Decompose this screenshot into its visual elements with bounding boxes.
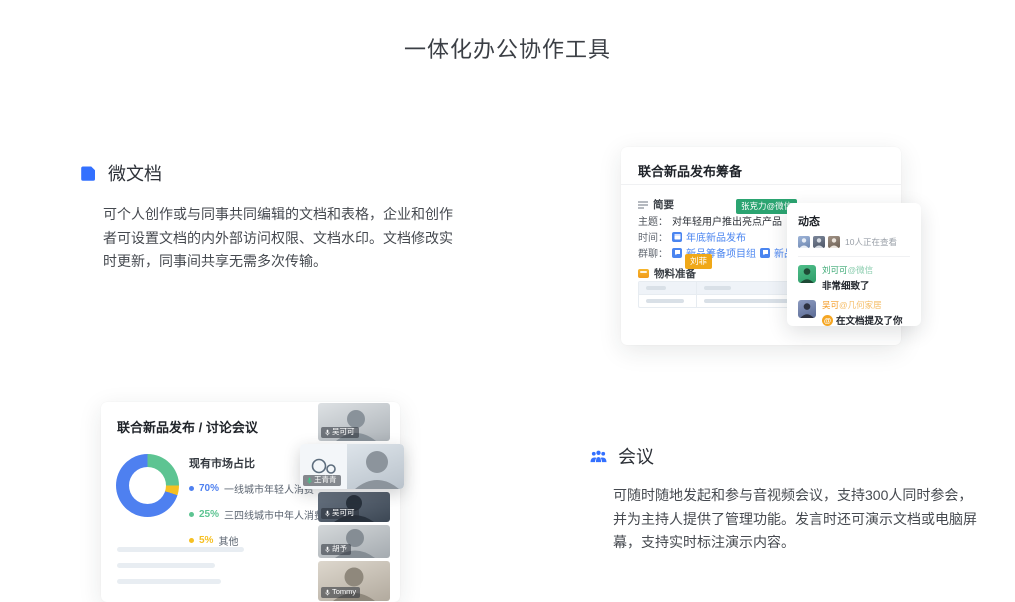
list-icon	[638, 201, 648, 209]
placeholder-bar	[117, 579, 221, 584]
divider	[621, 184, 901, 185]
doc-topic-row: 主题： 对年轻用户推出亮点产品	[638, 213, 788, 228]
group-label: 群聊：	[638, 245, 668, 260]
avatar	[798, 300, 816, 318]
activity-title: 动态	[798, 213, 910, 229]
chat-icon	[672, 248, 682, 258]
placeholder-bar	[117, 547, 244, 552]
activity-text: @ 在文档提及了你	[822, 313, 903, 327]
avatar	[798, 265, 816, 283]
doc-card: 联合新品发布筹备 简要 主题： 对年轻用户推出亮点产品 张克力@微信 时间： 年…	[621, 147, 901, 345]
feature-meeting-description: 可随时随地发起和参与音视频会议，支持300人同时参会，并为主持人提供了管理功能。…	[613, 484, 985, 555]
outline-label: 简要	[653, 197, 674, 212]
assignee-tag: 刘菲	[685, 254, 712, 269]
donut-chart	[116, 454, 179, 517]
meeting-people-icon	[590, 448, 607, 465]
viewers-row: 10人正在查看	[798, 236, 910, 248]
legend-item: 5% 其他	[189, 533, 324, 548]
activity-item: 刘可可@微信 非常细致了	[798, 265, 910, 292]
video-tile: Tommy	[318, 561, 390, 601]
legend-dot	[189, 486, 194, 491]
video-tile: 吴可可	[318, 403, 390, 441]
donut-hole	[129, 467, 166, 504]
calendar-icon	[672, 232, 682, 242]
avatar	[798, 236, 810, 248]
materials-icon	[638, 269, 649, 278]
feature-meeting-header: 会议	[590, 443, 654, 469]
activity-text: 非常细致了	[822, 278, 873, 292]
topic-value: 对年轻用户推出亮点产品	[672, 213, 782, 228]
video-tile-active: 王青青	[300, 444, 404, 489]
mic-icon	[325, 546, 330, 553]
legend-label: 三四线城市中年人消费	[224, 507, 324, 522]
participant-label: 吴可可	[321, 508, 359, 519]
participant-label: 胡予	[321, 544, 351, 555]
time-label: 时间：	[638, 229, 668, 244]
legend-percent: 25%	[199, 509, 219, 520]
chat-icon	[760, 248, 770, 258]
time-link[interactable]: 年底新品发布	[686, 229, 746, 244]
doc-time-row: 时间： 年底新品发布	[638, 229, 746, 244]
legend-item: 25% 三四线城市中年人消费	[189, 507, 324, 522]
doc-card-title: 联合新品发布筹备	[638, 161, 742, 180]
document-icon	[80, 165, 97, 182]
legend-dot	[189, 538, 194, 543]
feature-meeting-heading: 会议	[618, 443, 654, 469]
avatar	[828, 236, 840, 248]
video-tile: 胡予	[318, 525, 390, 558]
mic-active-icon	[307, 477, 312, 484]
feature-doc-description: 可个人创作或与同事共同编辑的文档和表格，企业和创作者可设置文档的内外部访问权限、…	[103, 203, 457, 274]
feature-doc-header: 微文档	[80, 160, 162, 186]
topic-label: 主题：	[638, 213, 668, 228]
participant-photo	[347, 444, 404, 489]
mic-icon	[325, 429, 330, 436]
viewers-count: 10人正在查看	[845, 236, 897, 248]
participant-label: 王青青	[303, 475, 341, 486]
participant-label: Tommy	[321, 587, 360, 598]
legend-percent: 5%	[199, 535, 213, 546]
activity-user: 吴可@几何家居	[822, 300, 903, 310]
mic-icon	[325, 510, 330, 517]
activity-item: 吴可@几何家居 @ 在文档提及了你	[798, 300, 910, 327]
mention-icon: @	[822, 315, 833, 326]
avatar	[813, 236, 825, 248]
legend-percent: 70%	[199, 483, 219, 494]
activity-panel: 动态 10人正在查看 刘可可@微信 非常细致了	[787, 203, 921, 326]
meeting-card-title: 联合新品发布 / 讨论会议	[117, 417, 258, 436]
activity-user: 刘可可@微信	[822, 265, 873, 275]
participant-label: 吴可可	[321, 427, 359, 438]
legend-label: 其他	[218, 533, 238, 548]
placeholder-bar	[117, 563, 215, 568]
feature-doc-heading: 微文档	[108, 160, 162, 186]
doc-outline-row: 简要	[638, 197, 674, 212]
mic-icon	[325, 589, 330, 596]
meeting-card: 联合新品发布 / 讨论会议 现有市场占比 70%一线城市年轻人消费25%三四线城…	[101, 402, 400, 602]
video-tile: 吴可可	[318, 492, 390, 522]
page-title: 一体化办公协作工具	[0, 32, 1015, 64]
legend-dot	[189, 512, 194, 517]
divider	[798, 256, 910, 257]
